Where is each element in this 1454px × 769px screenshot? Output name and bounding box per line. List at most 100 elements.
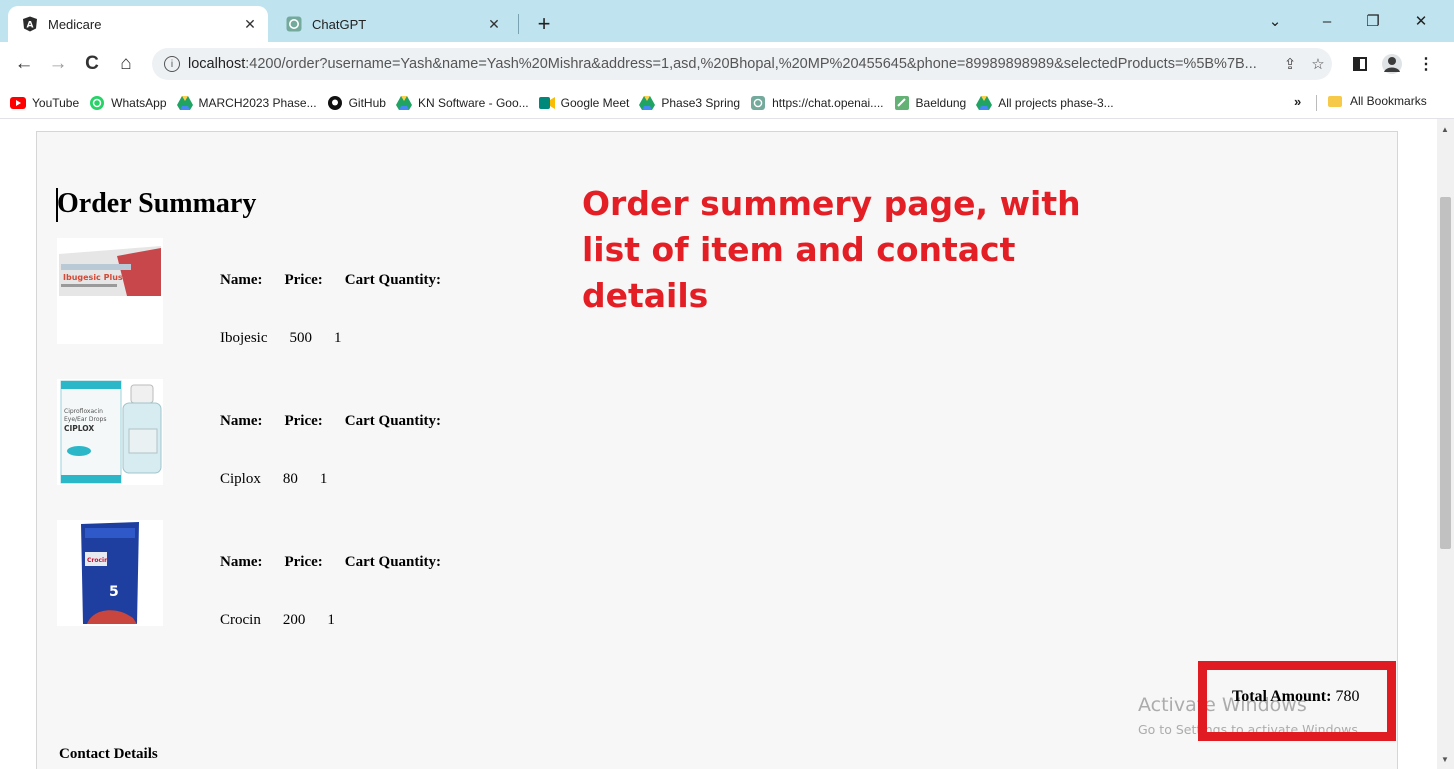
google-drive-icon	[976, 95, 993, 111]
bookmarks-divider	[1316, 95, 1317, 111]
bookmark-label: All projects phase-3...	[998, 96, 1114, 110]
all-bookmarks-button[interactable]: All Bookmarks	[1328, 94, 1427, 108]
total-amount-label: Total Amount:	[1232, 688, 1332, 705]
product-labels: Name: Price: Cart Quantity:	[220, 413, 463, 430]
profile-avatar-icon[interactable]	[1378, 50, 1406, 78]
forward-button[interactable]: →	[44, 50, 72, 78]
vertical-scrollbar[interactable]: ▲ ▼	[1437, 119, 1454, 769]
scrollbar-thumb[interactable]	[1440, 197, 1451, 549]
angular-icon: A	[22, 16, 38, 32]
product-values: Ciplox 80 1	[220, 471, 349, 488]
share-icon[interactable]: ⇪	[1276, 55, 1304, 73]
google-drive-icon	[639, 95, 656, 111]
name-label: Name:	[220, 272, 263, 288]
quantity-label: Cart Quantity:	[344, 554, 442, 570]
bookmark-kn-software[interactable]: KN Software - Goo...	[395, 95, 529, 111]
folder-icon	[1328, 95, 1342, 107]
menu-kebab-icon[interactable]: ⋮	[1412, 50, 1440, 78]
total-amount: Total Amount: 780	[1232, 688, 1359, 706]
url-text[interactable]: localhost:4200/order?username=Yash&name=…	[188, 56, 1276, 72]
bookmark-star-icon[interactable]: ☆	[1304, 55, 1332, 73]
product-values: Ibojesic 500 1	[220, 330, 363, 347]
svg-text:A: A	[27, 21, 34, 31]
page-title: Order Summary	[57, 188, 257, 219]
bookmark-label: Google Meet	[560, 96, 630, 110]
contact-details-heading: Contact Details	[59, 746, 158, 762]
chatgpt-icon	[286, 16, 302, 32]
bookmark-label: https://chat.openai....	[772, 96, 884, 110]
product-row: Crocin 5 Name: Price: Cart Quantity: Cro…	[57, 520, 517, 630]
svg-text:Ciprofloxacin: Ciprofloxacin	[64, 408, 103, 415]
product-image: Ibugesic Plus	[57, 238, 163, 344]
product-row: Ibugesic Plus Name: Price: Cart Quantity…	[57, 238, 517, 348]
scroll-down-arrow-icon[interactable]: ▼	[1441, 755, 1449, 764]
product-labels: Name: Price: Cart Quantity:	[220, 554, 463, 571]
svg-text:Ibugesic Plus: Ibugesic Plus	[63, 273, 123, 282]
tab-title: Medicare	[48, 16, 102, 32]
bookmark-march2023[interactable]: MARCH2023 Phase...	[176, 95, 317, 111]
product-name: Ibojesic	[220, 330, 268, 346]
bookmark-label: KN Software - Goo...	[417, 96, 529, 110]
close-tab-icon[interactable]: ✕	[240, 16, 260, 33]
product-row: Ciprofloxacin Eye/Ear Drops CIPLOX Name:…	[57, 379, 517, 489]
product-quantity: 1	[333, 330, 342, 346]
quantity-label: Cart Quantity:	[344, 272, 442, 288]
browser-toolbar: ← → C ⌂ i localhost:4200/order?username=…	[0, 42, 1454, 88]
name-label: Name:	[220, 554, 263, 570]
price-label: Price:	[284, 554, 323, 570]
bookmark-all-projects[interactable]: All projects phase-3...	[976, 95, 1114, 111]
google-drive-icon	[176, 95, 193, 111]
address-bar[interactable]: i localhost:4200/order?username=Yash&nam…	[152, 48, 1332, 80]
bookmark-phase3-spring[interactable]: Phase3 Spring	[639, 95, 740, 111]
bookmark-github[interactable]: GitHub	[327, 95, 386, 111]
product-image: Ciprofloxacin Eye/Ear Drops CIPLOX	[57, 379, 163, 485]
bookmark-youtube[interactable]: YouTube	[10, 95, 79, 111]
side-panel-icon[interactable]	[1346, 50, 1374, 78]
bookmark-label: GitHub	[348, 96, 386, 110]
bookmark-label: WhatsApp	[111, 96, 167, 110]
product-labels: Name: Price: Cart Quantity:	[220, 272, 463, 289]
google-drive-icon	[395, 95, 412, 111]
all-bookmarks-label: All Bookmarks	[1350, 94, 1427, 108]
bookmark-chat-openai[interactable]: https://chat.openai....	[750, 95, 884, 111]
chatgpt-icon	[750, 95, 766, 111]
home-button[interactable]: ⌂	[112, 50, 140, 78]
product-price: 200	[282, 612, 306, 628]
new-tab-button[interactable]: +	[530, 10, 558, 38]
svg-text:5: 5	[109, 584, 119, 600]
restore-button[interactable]: ❐	[1350, 8, 1396, 34]
tab-title: ChatGPT	[312, 16, 367, 32]
back-button[interactable]: ←	[10, 50, 38, 78]
bookmark-label: YouTube	[32, 96, 80, 110]
product-name: Ciplox	[220, 471, 261, 487]
bookmark-whatsapp[interactable]: WhatsApp	[89, 95, 167, 111]
minimize-button[interactable]: –	[1304, 8, 1350, 34]
bookmark-google-meet[interactable]: Google Meet	[538, 95, 630, 111]
scroll-up-arrow-icon[interactable]: ▲	[1441, 125, 1449, 134]
product-quantity: 1	[327, 612, 335, 628]
total-amount-value: 780	[1335, 688, 1360, 705]
github-icon	[327, 95, 343, 111]
product-quantity: 1	[319, 471, 328, 487]
product-price: 80	[282, 471, 298, 487]
tab-strip: A Medicare ✕ ChatGPT ✕ + ⌄ – ❐ ✕	[0, 0, 1454, 42]
product-values: Crocin 200 1	[220, 612, 357, 629]
bookmark-label: MARCH2023 Phase...	[198, 96, 317, 110]
site-info-icon[interactable]: i	[164, 56, 180, 72]
youtube-icon	[10, 95, 26, 111]
reload-button[interactable]: C	[78, 50, 106, 78]
tab-medicare[interactable]: A Medicare ✕	[8, 6, 268, 42]
tab-search-button[interactable]: ⌄	[1252, 8, 1298, 34]
bookmark-baeldung[interactable]: Baeldung	[894, 95, 967, 111]
whatsapp-icon	[89, 95, 105, 111]
tab-chatgpt[interactable]: ChatGPT ✕	[272, 6, 512, 42]
bookmark-label: Phase3 Spring	[661, 96, 741, 110]
close-window-button[interactable]: ✕	[1398, 8, 1444, 34]
google-meet-icon	[538, 95, 555, 111]
svg-text:CIPLOX: CIPLOX	[64, 424, 94, 433]
product-price: 500	[289, 330, 312, 346]
more-bookmarks-button[interactable]: »	[1294, 94, 1301, 109]
name-label: Name:	[220, 413, 263, 429]
bookmark-label: Baeldung	[915, 96, 967, 110]
close-tab-icon[interactable]: ✕	[484, 16, 504, 33]
